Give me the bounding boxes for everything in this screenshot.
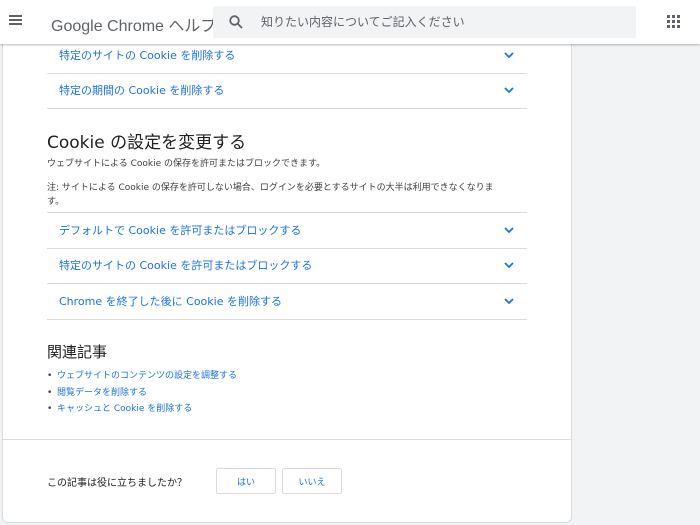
article-card: 特定のサイトの Cookie を削除する 特定の期間の Cookie を削除する… (2, 44, 572, 523)
expand-row-label: 特定のサイトの Cookie を削除する (59, 49, 236, 62)
chevron-down-icon[interactable] (503, 260, 515, 270)
apps-grid-icon[interactable] (667, 15, 681, 29)
feedback-question: この記事は役に立ちましたか？ (47, 478, 187, 489)
feedback-no-button[interactable]: いいえ (282, 468, 342, 494)
chevron-down-icon[interactable] (503, 85, 515, 95)
list-item: • ウェブサイトのコンテンツの設定を調整する (47, 369, 237, 386)
related-link-clear-cache-cookies[interactable]: キャッシュと Cookie を削除する (57, 404, 192, 414)
expand-row-label: デフォルトで Cookie を許可またはブロックする (59, 224, 302, 237)
chevron-down-icon[interactable] (503, 296, 515, 306)
related-articles-list: • ウェブサイトのコンテンツの設定を調整する • 閲覧データを削除する • キャ… (47, 369, 237, 419)
expand-row-label: Chrome を終了した後に Cookie を削除する (59, 295, 282, 308)
feedback-yes-button[interactable]: はい (216, 468, 276, 494)
bullet: • (47, 387, 53, 398)
top-app-bar: Google Chrome ヘルプ (0, 0, 700, 44)
expand-row-delete-on-exit[interactable]: Chrome を終了した後に Cookie を削除する (47, 284, 527, 320)
section-note-continued: す。 (47, 197, 65, 207)
bullet: • (47, 371, 53, 381)
expand-row-delete-period-cookies[interactable]: 特定の期間の Cookie を削除する (47, 73, 527, 109)
search-input[interactable] (261, 11, 621, 33)
expand-row-site-cookies[interactable]: 特定のサイトの Cookie を許可またはブロックする (47, 248, 527, 284)
search-box[interactable] (213, 6, 636, 38)
app-title[interactable]: Google Chrome ヘルプ (51, 12, 216, 36)
section-heading: Cookie の設定を変更する (47, 133, 247, 153)
search-icon[interactable] (229, 15, 243, 29)
bullet: • (47, 404, 53, 414)
list-item: • キャッシュと Cookie を削除する (47, 402, 237, 419)
list-item: • 閲覧データを削除する (47, 386, 237, 403)
related-link-clear-browsing-data[interactable]: 閲覧データを削除する (57, 388, 147, 398)
divider (3, 439, 571, 440)
menu-icon[interactable] (7, 10, 25, 30)
expand-row-label: 特定のサイトの Cookie を許可またはブロックする (59, 259, 313, 272)
chevron-down-icon[interactable] (503, 225, 515, 235)
expand-row-default-cookies[interactable]: デフォルトで Cookie を許可またはブロックする (47, 212, 527, 249)
chevron-down-icon[interactable] (503, 50, 515, 60)
expand-row-label: 特定の期間の Cookie を削除する (59, 84, 225, 97)
related-articles-heading: 関連記事 (47, 343, 108, 361)
related-link-content-settings[interactable]: ウェブサイトのコンテンツの設定を調整する (57, 371, 237, 381)
section-note: 注: サイトによる Cookie の保存を許可しない場合、ログインを必要とするサ… (47, 183, 494, 193)
section-intro: ウェブサイトによる Cookie の保存を許可またはブロックできます。 (47, 159, 326, 169)
